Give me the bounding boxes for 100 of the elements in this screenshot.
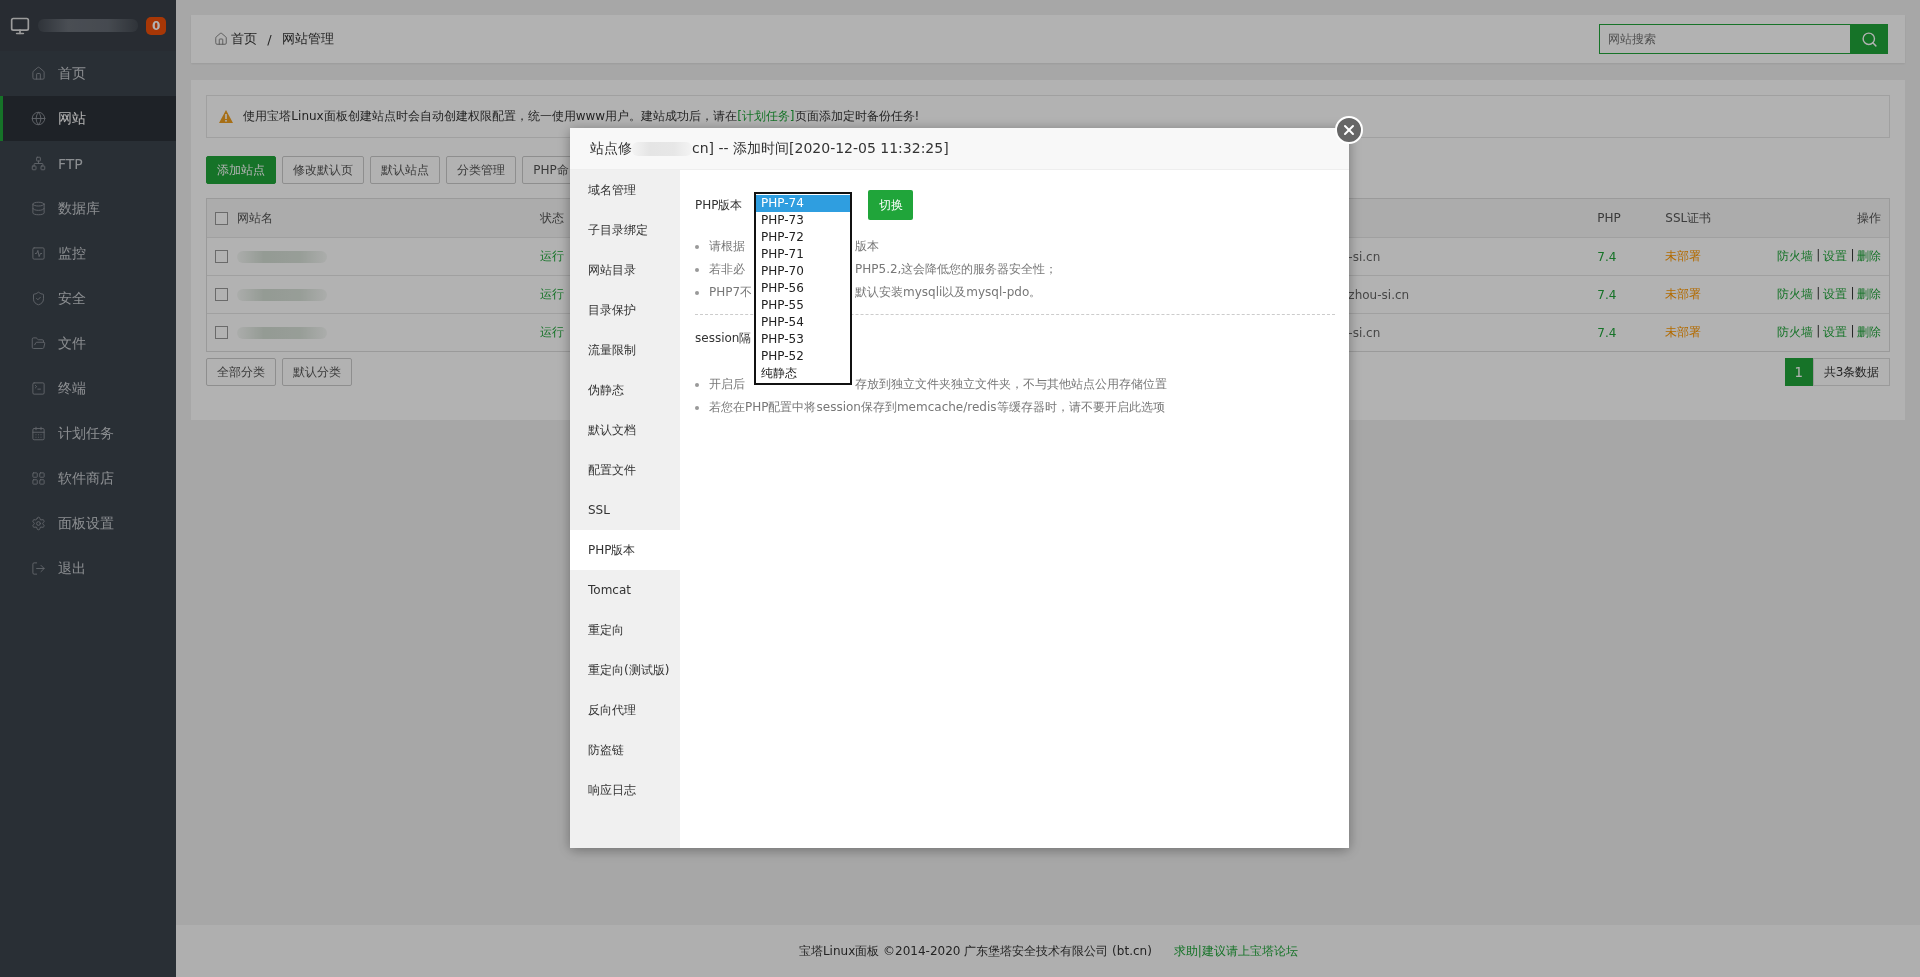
domain-text: zhou-si.cn: [1348, 287, 1410, 302]
category-button[interactable]: 默认分类: [282, 358, 353, 386]
terminal-icon: [31, 381, 46, 396]
sidebar-item[interactable]: 软件商店: [0, 456, 177, 501]
settings-tab[interactable]: PHP版本: [570, 530, 680, 570]
alert-count[interactable]: 0: [146, 16, 167, 35]
separator-text: |: [1816, 324, 1821, 340]
settings-tab[interactable]: 流量限制: [570, 330, 680, 370]
breadcrumb-separator: /: [267, 31, 272, 47]
settings-tab[interactable]: 配置文件: [570, 450, 680, 490]
column-header: 操作: [1857, 209, 1883, 227]
checkbox[interactable]: [215, 288, 229, 301]
toolbar-button[interactable]: 分类管理: [446, 156, 517, 184]
column-header: PHP: [1597, 211, 1621, 225]
settings-tab[interactable]: 默认文档: [570, 410, 680, 450]
dropdown-option[interactable]: PHP-74: [756, 195, 850, 212]
checkbox[interactable]: [215, 250, 229, 263]
sidebar-item[interactable]: 监控: [0, 231, 177, 276]
toolbar-button[interactable]: 添加站点: [206, 156, 277, 184]
status-text: 运行: [540, 286, 565, 303]
action-link[interactable]: 防火墙: [1777, 324, 1814, 341]
note-text: PHP7不: [709, 284, 753, 301]
notice-link[interactable]: [计划任务]: [737, 109, 795, 123]
settings-icon: [31, 516, 46, 531]
settings-tab[interactable]: 重定向: [570, 610, 680, 650]
settings-tab[interactable]: 重定向(测试版): [570, 650, 680, 690]
settings-tab[interactable]: 反向代理: [570, 690, 680, 730]
bullet-icon: [695, 244, 699, 249]
note-text: 存放到独立文件夹独立文件夹，不与其他站点公用存储位置: [855, 376, 1167, 393]
sidebar-item[interactable]: 文件: [0, 321, 177, 366]
settings-tab[interactable]: 网站目录: [570, 250, 680, 290]
logout-icon: [31, 561, 46, 576]
category-button[interactable]: 全部分类: [206, 358, 277, 386]
search-icon: [1861, 30, 1879, 48]
domain-text: -si.cn: [1348, 249, 1381, 264]
action-link[interactable]: 设置: [1823, 324, 1848, 341]
domain-text: -si.cn: [1348, 325, 1381, 340]
settings-tab[interactable]: 子目录绑定: [570, 210, 680, 250]
sidebar-item[interactable]: 网站: [0, 96, 177, 141]
network-icon: [31, 156, 46, 171]
folder-icon: [31, 336, 46, 351]
bullet-icon: [695, 382, 699, 387]
checkbox[interactable]: [215, 326, 229, 339]
action-link[interactable]: 设置: [1823, 248, 1848, 265]
separator-text: |: [1850, 286, 1855, 302]
search-button[interactable]: [1851, 24, 1889, 54]
calendar-icon: [31, 426, 46, 441]
sidebar-item[interactable]: FTP: [0, 141, 177, 186]
note-text: 若非必: [709, 261, 746, 278]
modal-title: 站点修: [590, 139, 632, 158]
chart-icon: [31, 246, 46, 261]
php-version-text: 7.4: [1597, 287, 1617, 302]
settings-tab[interactable]: 响应日志: [570, 770, 680, 810]
sidebar-item[interactable]: 数据库: [0, 186, 177, 231]
note-text: 版本: [855, 238, 879, 255]
notice-text: 使用宝塔Linux面板创建站点时会自动创建权限配置，统一使用www用户。建站成功后，请在[计划任务]页面添加定时备份任务!: [243, 108, 920, 125]
warning-icon: [219, 110, 234, 123]
settings-tab[interactable]: 目录保护: [570, 290, 680, 330]
toolbar-button[interactable]: 修改默认页: [282, 156, 365, 184]
sidebar-item[interactable]: 首页: [0, 51, 177, 96]
action-link[interactable]: 删除: [1857, 324, 1882, 341]
note-text: PHP5.2,这会降低您的服务器安全性；: [855, 261, 1058, 278]
version-dropdown-list[interactable]: PHP-74 PHP-73 PHP-72 PHP-71 PHP-70 PHP-56 PHP-55 PHP-54 PHP-53 PHP-52 纯静态: [754, 192, 852, 385]
ssl-status-text: 未部署: [1665, 324, 1702, 341]
page-summary: 共3条数据: [1812, 358, 1891, 386]
shield-icon: [31, 291, 46, 306]
sidebar-item[interactable]: 终端: [0, 366, 177, 411]
sidebar-item[interactable]: 退出: [0, 546, 177, 591]
status-text: 运行: [540, 324, 565, 341]
action-link[interactable]: 防火墙: [1777, 286, 1814, 303]
sidebar-item[interactable]: 计划任务: [0, 411, 177, 456]
php-version-text: 7.4: [1597, 325, 1617, 340]
sidebar-item[interactable]: 面板设置: [0, 501, 177, 546]
breadcrumb-link[interactable]: 首页: [214, 30, 258, 48]
toolbar-button[interactable]: 默认站点: [370, 156, 441, 184]
php-version-label: PHP版本: [695, 196, 744, 214]
close-icon: [1341, 122, 1357, 138]
action-link[interactable]: 删除: [1857, 286, 1882, 303]
globe-icon: [31, 111, 46, 126]
status-text: 运行: [540, 248, 565, 265]
modal-title: cn] -- 添加时间[2020-12-05 11:32:25]: [692, 139, 949, 158]
settings-tab[interactable]: Tomcat: [570, 570, 680, 610]
switch-button[interactable]: 切换: [868, 190, 913, 220]
settings-tab[interactable]: 防盗链: [570, 730, 680, 770]
checkbox[interactable]: [215, 211, 229, 225]
grid-icon: [31, 471, 46, 486]
note-text: 请根据: [709, 238, 746, 255]
column-header[interactable]: 网站名: [237, 209, 274, 227]
search-field[interactable]: 网站搜索: [1599, 24, 1852, 54]
action-link[interactable]: 删除: [1857, 248, 1882, 265]
action-link[interactable]: 设置: [1823, 286, 1848, 303]
copyright-text: 宝塔Linux面板 ©2014-2020 广东堡塔安全技术有限公司 (bt.cn): [798, 942, 1152, 960]
separator-text: |: [1816, 286, 1821, 302]
action-link[interactable]: 防火墙: [1777, 248, 1814, 265]
settings-tab[interactable]: SSL: [570, 490, 680, 530]
settings-tab[interactable]: 伪静态: [570, 370, 680, 410]
database-icon: [31, 201, 46, 216]
session-label: session隔: [695, 330, 752, 347]
forum-link[interactable]: 求助|建议请上宝塔论坛: [1173, 942, 1298, 960]
sidebar-item[interactable]: 安全: [0, 276, 177, 321]
